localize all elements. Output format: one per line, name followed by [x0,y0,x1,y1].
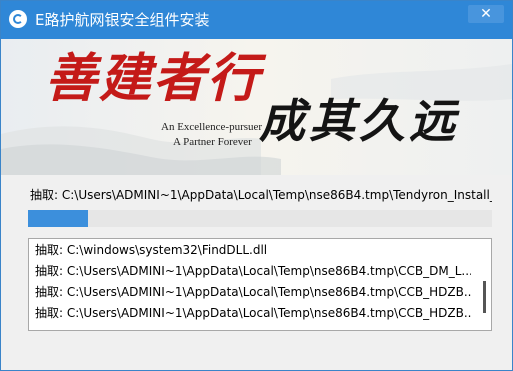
log-scrollbar[interactable] [480,241,489,328]
scrollbar-thumb[interactable] [483,281,486,313]
tagline-2: A Partner Forever [173,136,252,148]
title-bar[interactable]: E路护航网银安全组件安装 ✕ [1,1,512,39]
window-title: E路护航网银安全组件安装 [35,11,210,29]
log-line: 抽取: C:\Users\ADMINI~1\AppData\Local\Temp… [35,306,471,320]
banner-image: 善建者行 An Excellence-pursuer A Partner For… [1,39,512,175]
log-line: 抽取: C:\Users\ADMINI~1\AppData\Local\Temp… [35,264,471,278]
log-line: 抽取: C:\Users\ADMINI~1\AppData\Local\Temp… [35,285,471,299]
install-log[interactable]: 抽取: C:\windows\system32\FindDLL.dll 抽取: … [28,238,492,331]
tagline-1: An Excellence-pursuer [161,121,263,133]
status-text: 抽取: C:\Users\ADMINI~1\AppData\Local\Temp… [30,188,492,202]
app-logo-icon [9,10,27,28]
log-line: 抽取: C:\windows\system32\FindDLL.dll [35,243,268,257]
slogan-red-text: 善建者行 [45,48,262,109]
progress-bar [28,210,492,227]
installer-window: E路护航网银安全组件安装 ✕ 善建者行 An Excellence-pursue… [0,0,513,371]
slogan-black-text: 成其久远 [259,94,459,148]
close-button[interactable]: ✕ [468,5,504,23]
progress-fill [28,210,89,227]
